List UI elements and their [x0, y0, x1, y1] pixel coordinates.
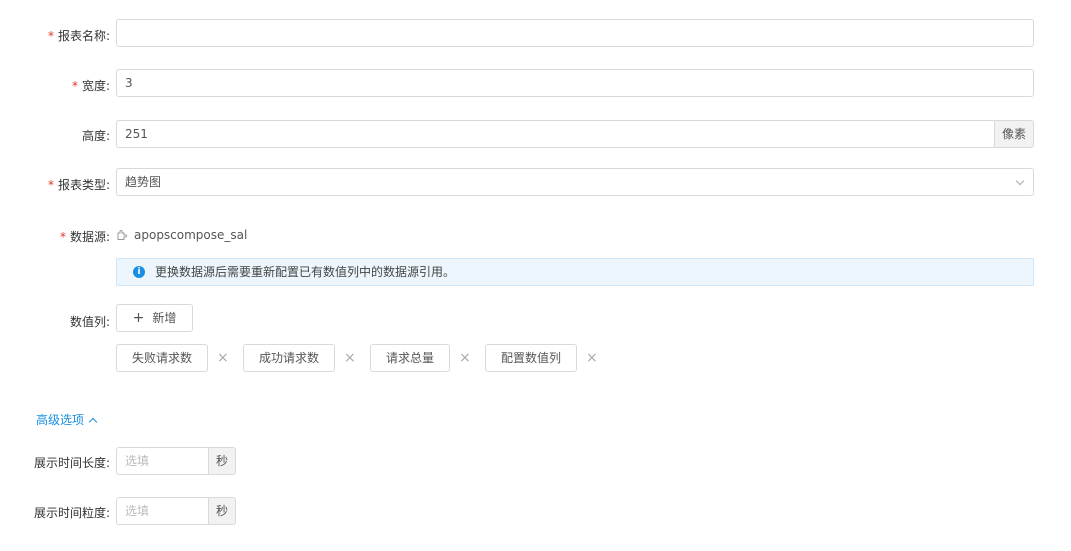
width-input[interactable]: 3 — [116, 69, 1034, 97]
display-length-unit: 秒 — [209, 447, 236, 475]
display-granularity-unit: 秒 — [209, 497, 236, 525]
report-type-label: * 报表类型: — [47, 178, 110, 192]
info-icon: i — [133, 266, 145, 278]
value-columns-label: 数值列: — [69, 315, 110, 329]
plus-icon: + — [132, 310, 145, 326]
advanced-options-toggle[interactable]: 高级选项 — [36, 411, 98, 428]
datasource-label: * 数据源: — [59, 230, 110, 244]
report-name-label: * 报表名称: — [47, 29, 110, 43]
width-label: * 宽度: — [71, 79, 110, 93]
datasource-value: apopscompose_sal — [116, 228, 247, 242]
value-column-tag[interactable]: 失败请求数 — [116, 344, 208, 372]
add-value-column-button[interactable]: + 新增 — [116, 304, 193, 332]
display-length-label: 展示时间长度: — [33, 456, 110, 470]
value-column-tag[interactable]: 请求总量 — [370, 344, 450, 372]
chevron-up-icon — [88, 417, 98, 427]
report-type-select[interactable]: 趋势图 — [116, 168, 1034, 196]
value-column-tag[interactable]: 成功请求数 — [243, 344, 335, 372]
display-granularity-input[interactable]: 选填 — [116, 497, 209, 525]
chevron-down-icon — [1015, 176, 1025, 186]
report-name-input[interactable] — [116, 19, 1034, 47]
close-icon[interactable]: × — [459, 344, 471, 372]
display-granularity-label: 展示时间粒度: — [33, 506, 110, 520]
height-input[interactable]: 251 — [116, 120, 995, 148]
report-type-value: 趋势图 — [125, 175, 162, 189]
close-icon[interactable]: × — [344, 344, 356, 372]
value-column-tag[interactable]: 配置数值列 — [485, 344, 577, 372]
close-icon[interactable]: × — [217, 344, 229, 372]
close-icon[interactable]: × — [586, 344, 598, 372]
plugin-icon — [117, 230, 127, 240]
height-unit-addon: 像素 — [995, 120, 1034, 148]
display-length-input[interactable]: 选填 — [116, 447, 209, 475]
alert-text: 更换数据源后需要重新配置已有数值列中的数据源引用。 — [155, 265, 456, 279]
datasource-alert: i 更换数据源后需要重新配置已有数值列中的数据源引用。 — [116, 258, 1034, 286]
height-label: 高度: — [81, 129, 110, 143]
